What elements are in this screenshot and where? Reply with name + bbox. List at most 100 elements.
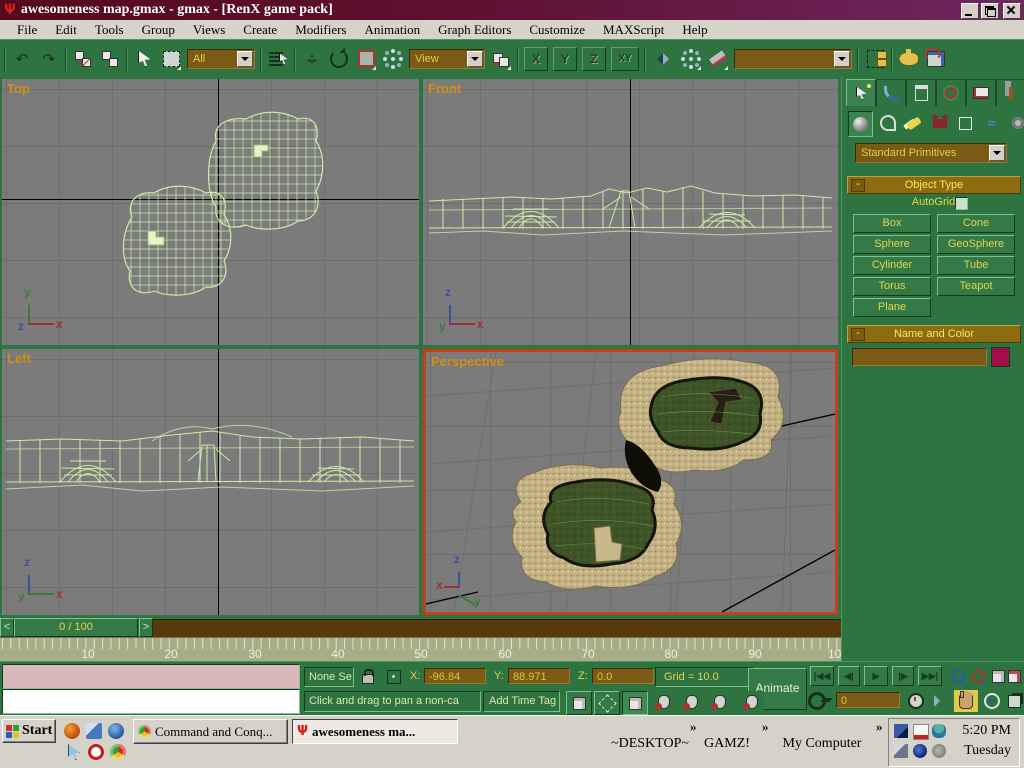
torus-button[interactable]: Torus xyxy=(853,277,931,296)
next-frame-arrow[interactable]: > xyxy=(139,618,153,637)
use-center-button[interactable] xyxy=(490,47,512,71)
tablet-cursor-icon[interactable] xyxy=(68,744,84,760)
restrict-x-button[interactable]: X xyxy=(524,47,548,71)
snap-override-button-3[interactable] xyxy=(708,691,732,713)
scheduler-tray-icon[interactable] xyxy=(913,724,929,740)
select-by-name-button[interactable] xyxy=(267,47,289,71)
my-computer-toolbar-chevron[interactable]: » xyxy=(876,719,883,735)
arc-rotate-button[interactable] xyxy=(982,691,1002,711)
viewport-perspective[interactable]: Perspective xyxy=(423,349,838,615)
object-color-swatch[interactable] xyxy=(991,347,1010,367)
maxscript-listener-pink[interactable] xyxy=(2,664,300,689)
zoom-extents-all-button[interactable] xyxy=(1004,666,1024,686)
plane-button[interactable]: Plane xyxy=(853,298,931,317)
teapot-button[interactable]: Teapot xyxy=(937,277,1015,296)
sphere-button[interactable]: Sphere xyxy=(853,235,931,254)
category-lights[interactable] xyxy=(902,111,925,135)
name-and-color-rollout[interactable]: - Name and Color xyxy=(847,325,1021,343)
zoom-region-button[interactable] xyxy=(968,666,988,686)
redo-button[interactable]: ↷ xyxy=(38,47,60,71)
named-selection-sets-dropdown[interactable] xyxy=(734,49,852,69)
firefox-icon[interactable] xyxy=(64,723,80,739)
restrict-y-button[interactable]: Y xyxy=(553,47,577,71)
timeline-ruler[interactable]: 10 20 30 40 50 60 70 80 90 100 xyxy=(0,637,841,662)
menu-animation[interactable]: Animation xyxy=(355,21,429,38)
select-and-link-button[interactable] xyxy=(72,47,94,71)
absolute-mode-button[interactable] xyxy=(384,667,404,687)
tab-utilities[interactable] xyxy=(996,79,1024,106)
array-button[interactable] xyxy=(680,47,702,71)
geosphere-button[interactable]: GeoSphere xyxy=(937,235,1015,254)
category-geometry[interactable] xyxy=(848,111,873,137)
zoom-button[interactable] xyxy=(948,666,968,686)
gamz-toolbar-chevron[interactable]: » xyxy=(762,719,769,735)
mirror-button[interactable] xyxy=(651,47,675,71)
time-configuration-button[interactable] xyxy=(906,691,926,711)
percent-snap-button[interactable] xyxy=(622,691,648,715)
restrict-plane-button[interactable]: XY xyxy=(611,47,639,71)
menu-tools[interactable]: Tools xyxy=(86,21,133,38)
tab-create[interactable] xyxy=(846,79,876,106)
close-button[interactable] xyxy=(1003,3,1021,19)
gamz-toolbar-label[interactable]: GAMZ! xyxy=(704,736,750,752)
next-frame-button[interactable]: |▶ xyxy=(892,666,914,686)
select-object-button[interactable] xyxy=(133,47,155,71)
object-type-rollout[interactable]: - Object Type xyxy=(847,176,1021,194)
tab-display[interactable] xyxy=(966,79,996,106)
title-bar[interactable]: Ψ awesomeness map.gmax - gmax - [RenX ga… xyxy=(0,0,1024,20)
messenger-tray-icon[interactable] xyxy=(932,724,946,738)
reference-coordinate-dropdown[interactable]: View xyxy=(409,49,485,69)
align-tool-button[interactable] xyxy=(707,47,729,71)
my-computer-toolbar-label[interactable]: My Computer xyxy=(783,736,862,752)
add-time-tag[interactable]: Add Time Tag xyxy=(483,691,560,712)
menu-customize[interactable]: Customize xyxy=(520,21,594,38)
min-max-toggle-button[interactable] xyxy=(1004,691,1024,711)
restrict-z-button[interactable]: Z xyxy=(582,47,606,71)
select-region-button[interactable] xyxy=(160,47,182,71)
go-to-end-button[interactable]: ▶▶| xyxy=(918,666,942,686)
track-bar[interactable] xyxy=(153,619,841,637)
set-key-button[interactable] xyxy=(808,691,828,711)
tab-motion[interactable] xyxy=(936,79,966,106)
collapse-icon[interactable]: - xyxy=(851,328,865,341)
menu-maxscript[interactable]: MAXScript xyxy=(594,21,673,38)
unlink-selection-button[interactable] xyxy=(99,47,121,71)
media-player-icon[interactable] xyxy=(108,723,124,739)
dropdown-arrow-icon[interactable] xyxy=(989,145,1005,161)
snap-override-button-2[interactable] xyxy=(680,691,704,713)
snap-toggle-button[interactable] xyxy=(566,691,592,715)
menu-modifiers[interactable]: Modifiers xyxy=(286,21,355,38)
taskbar-window-command-and-conquer[interactable]: Command and Conq... xyxy=(133,719,288,744)
select-and-move-button[interactable]: ↔↕ xyxy=(301,47,323,71)
explorer-icon[interactable] xyxy=(86,723,102,739)
taskbar-window-gmax[interactable]: Ψ awesomeness ma... xyxy=(292,719,458,744)
y-coordinate-field[interactable]: 88.971 xyxy=(508,668,570,684)
category-shapes[interactable] xyxy=(876,111,899,135)
render-teapot-button[interactable] xyxy=(898,47,920,71)
x-coordinate-field[interactable]: -96.84 xyxy=(424,668,486,684)
go-to-start-button[interactable]: |◀◀ xyxy=(810,666,834,686)
viewport-top[interactable]: Top xyxy=(2,79,419,345)
category-space-warps[interactable]: ≈ xyxy=(980,111,1003,135)
align-button[interactable] xyxy=(864,47,886,71)
tab-hierarchy[interactable] xyxy=(906,79,936,106)
volume-monitor-tray-icon[interactable] xyxy=(894,724,908,738)
primitive-category-dropdown[interactable]: Standard Primitives xyxy=(855,143,1007,163)
select-and-scale-button[interactable] xyxy=(355,47,377,71)
select-and-rotate-button[interactable] xyxy=(328,47,350,71)
pan-button[interactable] xyxy=(954,690,978,712)
desktop-toolbar-chevron[interactable]: » xyxy=(690,719,697,735)
object-name-input[interactable] xyxy=(852,348,987,366)
category-helpers[interactable] xyxy=(954,111,977,135)
menu-create[interactable]: Create xyxy=(234,21,286,38)
minimize-button[interactable] xyxy=(961,3,979,19)
dropdown-arrow-icon[interactable] xyxy=(834,51,850,67)
chrome-icon[interactable] xyxy=(110,744,126,760)
display-tray-icon[interactable] xyxy=(894,744,908,758)
opera-icon[interactable] xyxy=(88,744,104,760)
dropdown-arrow-icon[interactable] xyxy=(237,51,253,67)
dropdown-arrow-icon[interactable] xyxy=(467,51,483,67)
play-button[interactable]: ▶ xyxy=(864,666,888,686)
menu-group[interactable]: Group xyxy=(133,21,184,38)
snap-override-button-1[interactable] xyxy=(652,691,676,713)
